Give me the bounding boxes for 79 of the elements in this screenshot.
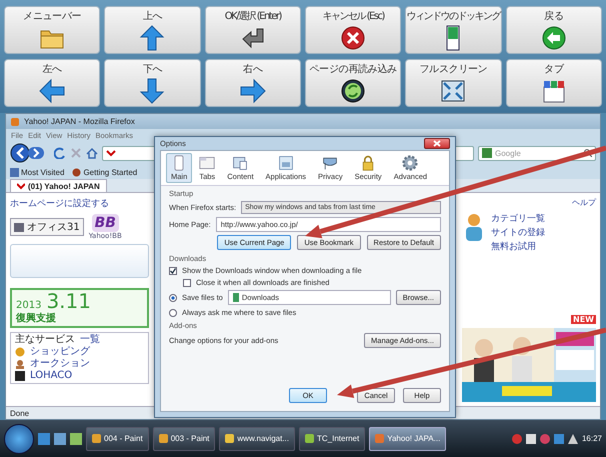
document-icon (232, 155, 248, 171)
radio-button[interactable] (169, 294, 177, 302)
app-window-icon (278, 155, 294, 171)
checkbox[interactable] (169, 266, 177, 274)
key-button[interactable]: 右へ (204, 59, 301, 107)
office-icon (14, 222, 24, 232)
up-arrow-icon (139, 25, 166, 51)
new-badge: NEW (571, 315, 596, 324)
cancel-icon (340, 25, 366, 51)
back-icon (540, 25, 567, 51)
square-icon (15, 371, 25, 381)
app-icon (375, 434, 384, 443)
search-icon (584, 149, 592, 157)
site-icon (106, 149, 116, 157)
radio-button[interactable] (169, 308, 177, 316)
close-button[interactable] (424, 138, 450, 149)
key-button[interactable]: ページの再読み込み (305, 59, 402, 107)
banner-caption: 復興支援 (16, 312, 57, 325)
firefox-icon (10, 116, 20, 126)
site-icon (17, 182, 25, 190)
tabs-icon (540, 78, 567, 104)
banner-date: 3.11 (46, 291, 91, 311)
left-arrow-icon (39, 78, 66, 104)
taskbar-button[interactable]: 004 - Paint (86, 426, 149, 450)
office-button[interactable]: オフィス31 (10, 218, 84, 236)
key-button[interactable]: 左へ (4, 59, 100, 107)
checkbox[interactable] (183, 278, 191, 286)
key-button[interactable]: 上へ (104, 6, 201, 54)
app-icon (225, 434, 234, 443)
key-button[interactable]: メニューバー (4, 6, 100, 54)
set-homepage-link[interactable]: ホームページに設定する (10, 197, 149, 210)
app-icon (304, 434, 314, 443)
key-button[interactable]: 下へ (104, 59, 201, 107)
taskbar-button[interactable]: www.navigat... (219, 426, 295, 450)
taskbar-button[interactable]: 003 - Paint (152, 426, 216, 450)
category-link[interactable]: カテゴリ一覧 (491, 212, 545, 225)
close-icon (433, 140, 441, 147)
quick-launch-icon (70, 432, 82, 444)
service-link[interactable]: ショッピング (30, 346, 90, 358)
banner-year: 2013 (16, 300, 42, 311)
start-button[interactable] (4, 424, 34, 454)
category-link[interactable]: 無料お試用 (491, 240, 545, 253)
app-icon (158, 434, 168, 443)
bb-logo: BB (92, 214, 119, 232)
down-arrow-icon (139, 78, 166, 104)
reload-icon (54, 147, 66, 159)
key-button[interactable]: フルスクリーン (405, 59, 502, 107)
key-button[interactable]: キャンセル (Esc) (305, 6, 402, 54)
stop-icon (70, 147, 82, 159)
fullscreen-icon (440, 78, 466, 104)
home-icon (86, 147, 98, 159)
services-all-link[interactable]: 一覧 (80, 334, 100, 346)
quick-launch-icon (54, 432, 66, 444)
quick-launch-icon (38, 432, 50, 444)
app-icon (92, 434, 101, 443)
taskbar-button[interactable]: TC_Internet (298, 426, 366, 450)
bookmark-link[interactable]: Getting Started (83, 168, 138, 176)
window-title: Yahoo! JAPAN - Mozilla Firefox (24, 117, 135, 126)
category-link[interactable]: サイトの登録 (491, 226, 545, 239)
key-button[interactable]: 戻る (506, 6, 602, 54)
gear-icon (402, 155, 418, 171)
bookmark-icon (10, 168, 19, 176)
right-arrow-icon (240, 78, 266, 104)
help-link[interactable]: ヘルプ (572, 197, 596, 208)
person-icon (15, 359, 25, 369)
clock: 16:27 (582, 434, 602, 443)
services-title: 主なサービス (15, 334, 75, 346)
taskbar-button[interactable]: Yahoo! JAPA... (369, 426, 446, 450)
key-button[interactable]: ウィンドウのドッキング (405, 6, 502, 54)
reload-icon (340, 78, 366, 104)
status-text: Done (10, 408, 30, 418)
service-link[interactable]: オークション (30, 358, 90, 370)
bookmark-link[interactable]: Most Visited (21, 168, 64, 176)
service-link[interactable]: LOHACO (30, 370, 72, 382)
browser-tab[interactable]: (01) Yahoo! JAPAN (10, 179, 107, 192)
globe-icon (72, 168, 82, 176)
key-button[interactable]: タブ (506, 59, 602, 107)
folder-icon (232, 293, 239, 302)
key-button[interactable]: OK/選択 (Enter) (204, 6, 301, 54)
